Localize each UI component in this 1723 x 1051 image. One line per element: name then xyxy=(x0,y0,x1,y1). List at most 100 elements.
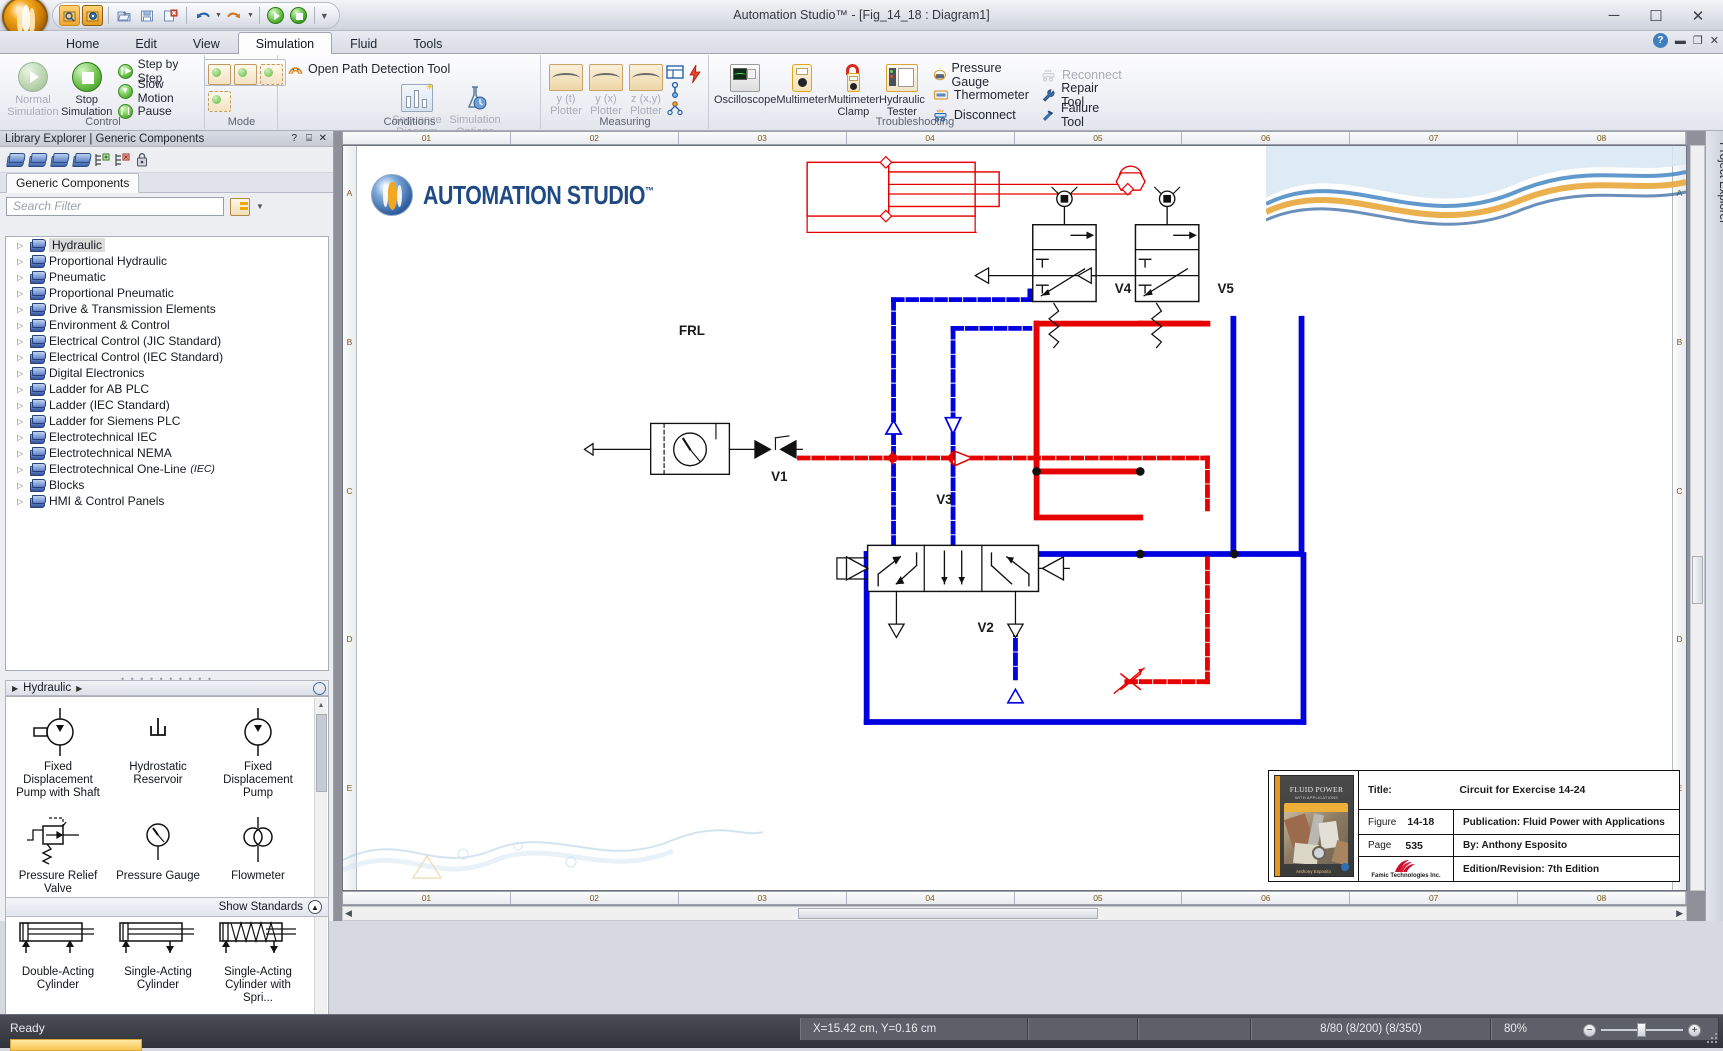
expand-arrow-icon[interactable]: ▷ xyxy=(17,481,26,490)
expand-arrow-icon[interactable]: ▷ xyxy=(17,465,26,474)
expand-arrow-icon[interactable]: ▷ xyxy=(17,433,26,442)
library-tree-item[interactable]: ▷Electrotechnical NEMA xyxy=(6,445,328,461)
library-tree-item[interactable]: ▷Electrotechnical One-Line(IEC) xyxy=(6,461,328,477)
expand-arrow-icon[interactable]: ▷ xyxy=(17,241,26,250)
close-button[interactable]: ✕ xyxy=(1677,2,1719,30)
yt-plotter-button[interactable]: y (t) Plotter xyxy=(546,61,586,117)
gallery-item[interactable]: Single-Acting Cylinder with Spri... xyxy=(210,908,306,1005)
expand-arrow-icon[interactable]: ▷ xyxy=(17,353,26,362)
document-minimize-icon[interactable]: ▬ xyxy=(1675,35,1686,47)
thermometer-button[interactable]: Thermometer xyxy=(933,85,1029,105)
remove-category-icon[interactable] xyxy=(115,153,130,167)
show-standards-bar[interactable]: Show Standards ▲ xyxy=(5,897,329,917)
help-icon[interactable]: ? xyxy=(291,131,297,147)
tab-generic-components[interactable]: Generic Components xyxy=(6,173,139,193)
expand-arrow-icon[interactable]: ▷ xyxy=(17,289,26,298)
library-tree-item[interactable]: ▷Environment & Control xyxy=(6,317,328,333)
edit-mode-icon[interactable] xyxy=(208,64,231,85)
library-tree-item[interactable]: ▷Electrical Control (IEC Standard) xyxy=(6,349,328,365)
vertical-scrollbar[interactable] xyxy=(1690,145,1705,891)
expand-arrow-icon[interactable]: ▷ xyxy=(17,385,26,394)
zoom-out-button[interactable]: − xyxy=(1583,1024,1596,1037)
filter-dropdown-caret[interactable]: ▼ xyxy=(256,202,264,211)
gallery-scrollbar[interactable]: ▲ ▼ xyxy=(314,698,327,1027)
zoom-slider[interactable]: − + xyxy=(1583,1024,1701,1036)
close-library-icon[interactable] xyxy=(73,153,90,167)
normal-simulation-button[interactable]: Normal Simulation xyxy=(6,59,60,118)
insert-mode-icon[interactable] xyxy=(208,91,231,112)
library-tree-item[interactable]: ▷HMI & Control Panels xyxy=(6,493,328,509)
lock-icon[interactable] xyxy=(135,152,149,167)
library-tree-item[interactable]: ▷Drive & Transmission Elements xyxy=(6,301,328,317)
sequence-diagram-button[interactable]: ✳ Sequence Diagram xyxy=(388,81,446,138)
tab-tools[interactable]: Tools xyxy=(395,32,460,54)
gallery-item[interactable]: Flowmeter xyxy=(210,812,306,896)
library-tree-item[interactable]: ▷Ladder for Siemens PLC xyxy=(6,413,328,429)
horizontal-scroll-thumb[interactable] xyxy=(798,908,1098,919)
gallery-scroll-thumb[interactable] xyxy=(316,714,327,792)
tab-view[interactable]: View xyxy=(175,32,238,54)
zoom-in-button[interactable]: + xyxy=(1688,1024,1701,1037)
document-close-icon[interactable]: ✕ xyxy=(1710,34,1719,47)
tab-fluid[interactable]: Fluid xyxy=(332,32,395,54)
gallery-item[interactable]: Hydrostatic Reservoir xyxy=(110,703,206,800)
gallery-header[interactable]: ▶ Hydraulic ▶ xyxy=(5,680,329,696)
tab-home[interactable]: Home xyxy=(48,32,117,54)
library-tree-item[interactable]: ▷Blocks xyxy=(6,477,328,493)
open-library-icon[interactable] xyxy=(29,153,46,167)
library-tree-item[interactable]: ▷Pneumatic xyxy=(6,269,328,285)
project-explorer-tab[interactable]: Project Explorer xyxy=(1705,131,1723,921)
network-icon[interactable] xyxy=(666,101,684,115)
library-tree-item[interactable]: ▷Ladder for AB PLC xyxy=(6,381,328,397)
zoom-track[interactable] xyxy=(1601,1029,1683,1031)
scroll-up-arrow[interactable]: ▲ xyxy=(315,698,327,712)
gallery-item[interactable]: Pressure Relief Valve xyxy=(10,812,106,896)
add-category-icon[interactable] xyxy=(95,153,110,167)
close-icon[interactable]: ✕ xyxy=(319,131,327,147)
expand-arrow-icon[interactable]: ▷ xyxy=(17,337,26,346)
pressure-gauge-button[interactable]: Pressure Gauge xyxy=(933,65,1029,85)
maximize-button[interactable]: ☐ xyxy=(1635,2,1677,30)
library-tree-item[interactable]: ▷Ladder (IEC Standard) xyxy=(6,397,328,413)
save-library-icon[interactable] xyxy=(51,153,68,167)
open-path-detection-tool-button[interactable]: Open Path Detection Tool xyxy=(283,57,536,77)
expand-arrow-icon[interactable]: ▷ xyxy=(17,369,26,378)
expand-arrow-icon[interactable]: ▷ xyxy=(17,321,26,330)
document-restore-icon[interactable]: ❐ xyxy=(1693,34,1703,47)
table-icon[interactable] xyxy=(666,65,684,79)
expand-arrow-icon[interactable]: ▷ xyxy=(17,449,26,458)
chevron-up-icon[interactable]: ▲ xyxy=(308,900,322,914)
scroll-right-arrow[interactable]: ▶ xyxy=(1676,908,1683,919)
diagram-canvas[interactable]: ABCDE ABCDE AUTOMATION STUDIO™ xyxy=(342,145,1687,891)
new-library-icon[interactable] xyxy=(7,153,24,167)
tab-simulation[interactable]: Simulation xyxy=(238,32,332,54)
expand-arrow-icon[interactable]: ▷ xyxy=(17,417,26,426)
gallery-item[interactable]: Pressure Gauge xyxy=(110,812,206,896)
zxy-plotter-button[interactable]: z (x,y) Plotter xyxy=(626,61,666,117)
library-tree-item[interactable]: ▷Electrical Control (JIC Standard) xyxy=(6,333,328,349)
simulation-options-button[interactable]: Simulation Options xyxy=(446,81,504,138)
gallery-item[interactable]: Fixed Displacement Pump with Shaft xyxy=(10,703,106,800)
gallery-item[interactable]: Single-Acting Cylinder xyxy=(110,908,206,1005)
expand-arrow-icon[interactable]: ▷ xyxy=(17,497,26,506)
zoom-handle[interactable] xyxy=(1637,1023,1646,1037)
horizontal-scrollbar[interactable]: ◀ ▶ xyxy=(342,906,1687,921)
yx-plotter-button[interactable]: y (x) Plotter xyxy=(586,61,626,117)
library-tree-item[interactable]: ▷Hydraulic xyxy=(6,237,328,253)
gallery-item[interactable]: Fixed Displacement Pump xyxy=(210,703,306,800)
expand-arrow-icon[interactable]: ▷ xyxy=(17,401,26,410)
expand-arrow-icon[interactable]: ▷ xyxy=(17,257,26,266)
minimize-button[interactable]: ─ xyxy=(1593,2,1635,30)
tab-edit[interactable]: Edit xyxy=(117,32,175,54)
library-tree-item[interactable]: ▷Electrotechnical IEC xyxy=(6,429,328,445)
document-mode-icon[interactable] xyxy=(234,64,257,85)
search-input[interactable]: Search Filter xyxy=(6,197,224,216)
filter-options-icon[interactable] xyxy=(230,198,250,216)
pin-icon[interactable]: ⌸ xyxy=(306,131,312,147)
library-tree-item[interactable]: ▷Digital Electronics xyxy=(6,365,328,381)
library-tree-item[interactable]: ▷Proportional Pneumatic xyxy=(6,285,328,301)
library-tree-item[interactable]: ▷Proportional Hydraulic xyxy=(6,253,328,269)
expand-arrow-icon[interactable]: ▷ xyxy=(17,273,26,282)
gallery-search-icon[interactable] xyxy=(313,682,326,695)
vertical-scroll-thumb[interactable] xyxy=(1692,556,1703,604)
